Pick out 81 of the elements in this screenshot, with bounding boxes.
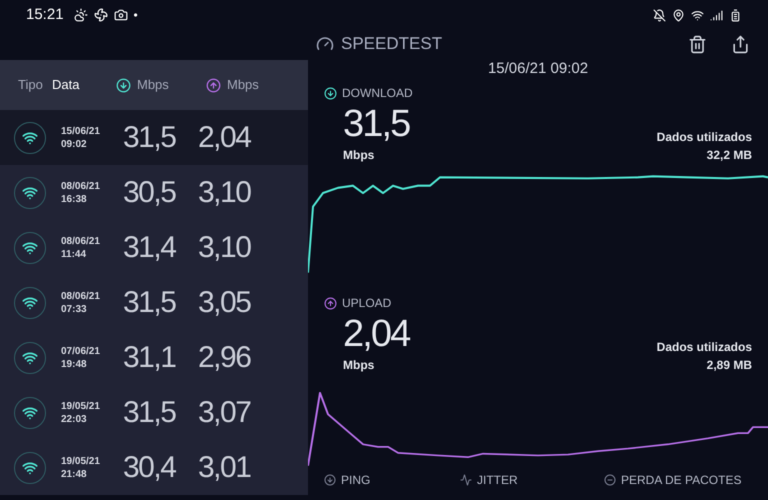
result-time: 09:02 <box>61 138 88 150</box>
signal-icon <box>710 8 723 22</box>
download-value: 31,5 <box>123 285 177 321</box>
column-header[interactable]: Data <box>52 75 80 95</box>
speed-unit: Mbps <box>343 357 376 374</box>
result-date: 19/05/21 <box>61 454 101 468</box>
result-datetime: 15/06/21 09:02 <box>488 58 588 79</box>
data-used-value: 32,2 MB <box>706 147 752 164</box>
data-used-value: 2,89 MB <box>706 357 752 374</box>
clock: 15:21 <box>26 4 64 25</box>
result-row[interactable]: 08/06/21 11:44 31,4 3,10 <box>0 220 308 275</box>
wifi-icon <box>22 294 38 310</box>
metric-label: JITTER <box>477 472 518 489</box>
result-row[interactable]: 15/06/21 09:02 31,5 2,04 <box>0 110 308 165</box>
download-value: 31,5 <box>123 395 177 431</box>
delete-button[interactable] <box>688 34 707 54</box>
result-row[interactable]: 19/05/21 21:48 30,4 3,01 <box>0 440 308 495</box>
result-time: 11:44 <box>61 248 88 260</box>
result-date: 08/06/21 <box>61 180 101 192</box>
section-label: UPLOAD <box>342 295 392 312</box>
download-icon <box>324 86 337 100</box>
data-used-label: Dados utilizados <box>656 339 752 356</box>
camera-icon <box>114 8 128 22</box>
column-header[interactable]: Mbps <box>227 75 259 95</box>
wifi-icon <box>22 460 38 476</box>
result-date: 08/06/21 <box>61 290 101 302</box>
upload-icon <box>206 78 221 92</box>
result-date: 15/06/21 <box>61 124 101 138</box>
metric-label: PING <box>341 472 370 489</box>
column-header[interactable]: Mbps <box>137 75 169 95</box>
result-row[interactable]: 08/06/21 07:33 31,5 3,05 <box>0 275 308 330</box>
download-value: 31,4 <box>123 230 177 266</box>
gauge-icon <box>316 35 334 53</box>
section-label: DOWNLOAD <box>342 85 413 102</box>
wifi-icon <box>22 240 38 256</box>
notification-dot: • <box>134 7 138 24</box>
app-title: SPEEDTEST <box>341 33 442 56</box>
download-value: 31,1 <box>123 340 176 376</box>
speed-value: 31,5 <box>343 102 410 146</box>
upload-value: 3,07 <box>198 395 250 431</box>
download-value: 31,5 <box>123 120 177 156</box>
metric-label: PERDA DE PACOTES <box>621 472 742 489</box>
speed-value: 2,04 <box>343 312 410 356</box>
download-icon <box>116 78 131 92</box>
result-time: 07:33 <box>61 302 88 316</box>
mute-icon <box>653 8 666 22</box>
ping-icon <box>324 474 336 486</box>
data-used-label: Dados utilizados <box>656 129 752 146</box>
battery-icon <box>729 8 742 22</box>
result-time: 16:38 <box>61 192 88 206</box>
wifi-icon <box>22 184 38 200</box>
wifi-icon <box>22 350 38 366</box>
packet-loss-icon <box>604 474 616 486</box>
result-row[interactable]: 07/06/21 19:48 31,1 2,96 <box>0 330 308 385</box>
upload-value: 3,05 <box>198 285 250 321</box>
download-value: 30,5 <box>123 175 177 211</box>
upload-value: 3,01 <box>198 450 250 486</box>
result-time: 19:48 <box>61 358 88 370</box>
share-button[interactable] <box>731 34 750 54</box>
upload-value: 2,96 <box>198 340 250 376</box>
upload-icon <box>324 296 337 310</box>
upload-value: 3,10 <box>198 230 250 266</box>
fan-icon <box>94 8 108 22</box>
wifi-icon <box>22 404 38 420</box>
wifi-icon <box>691 8 704 22</box>
download-value: 30,4 <box>123 450 177 486</box>
result-time: 21:48 <box>61 468 88 480</box>
result-date: 07/06/21 <box>61 344 101 358</box>
result-row[interactable]: 08/06/21 16:38 30,5 3,10 <box>0 165 308 220</box>
result-row[interactable]: 19/05/21 22:03 31,5 3,07 <box>0 385 308 440</box>
upload-value: 3,10 <box>198 175 250 211</box>
jitter-icon <box>460 474 472 486</box>
column-header[interactable]: Tipo <box>18 75 43 95</box>
speed-unit: Mbps <box>343 147 376 164</box>
weather-icon <box>74 8 88 22</box>
wifi-icon <box>22 130 38 146</box>
location-icon <box>672 8 685 22</box>
result-date: 19/05/21 <box>61 400 101 412</box>
result-date: 08/06/21 <box>61 234 101 248</box>
result-time: 22:03 <box>61 412 88 426</box>
upload-value: 2,04 <box>198 120 250 156</box>
